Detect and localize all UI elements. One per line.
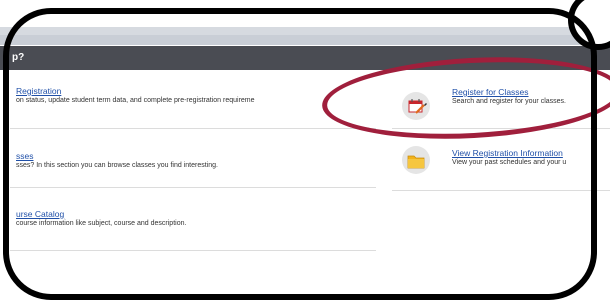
- stage: p? Registration on status, update studen…: [0, 0, 610, 301]
- rounded-frame: [3, 8, 597, 300]
